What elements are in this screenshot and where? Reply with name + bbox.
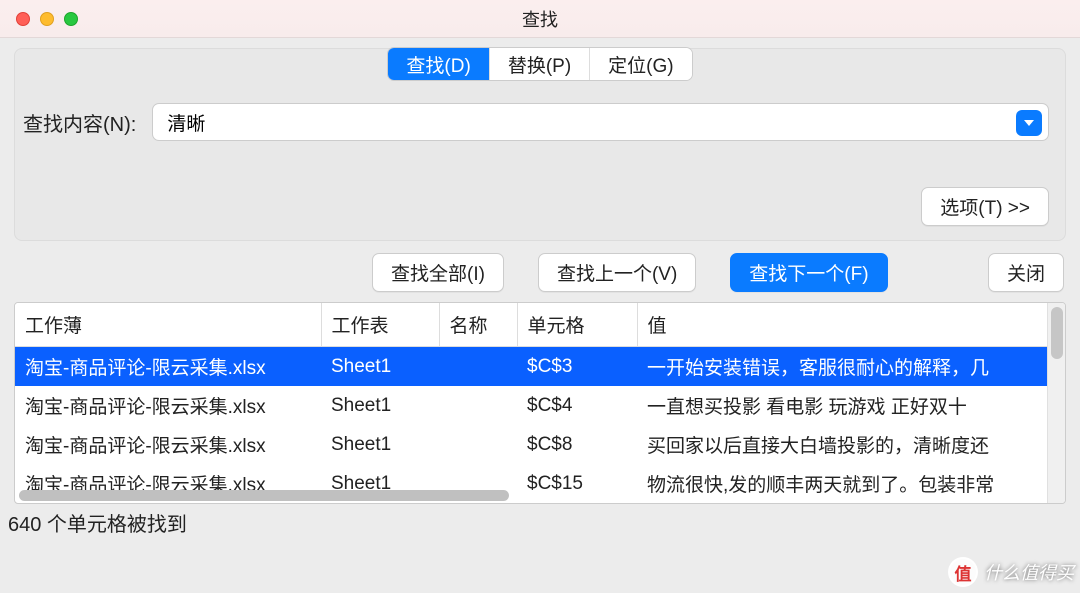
col-workbook[interactable]: 工作薄 [15, 303, 321, 347]
find-all-button[interactable]: 查找全部(I) [372, 253, 504, 292]
cell-cell: $C$8 [517, 425, 637, 464]
cell-worksheet: Sheet1 [321, 347, 439, 387]
cell-value: 一开始安装错误，客服很耐心的解释，几 [637, 347, 1065, 387]
chevron-down-icon [1024, 120, 1034, 126]
action-bar: 查找全部(I) 查找上一个(V) 查找下一个(F) 关闭 [0, 241, 1080, 302]
watermark-badge-icon: 值 [948, 557, 978, 587]
results-pane: 工作薄 工作表 名称 单元格 值 淘宝-商品评论-限云采集.xlsx Sheet… [14, 302, 1066, 504]
cell-cell: $C$3 [517, 347, 637, 387]
col-cell[interactable]: 单元格 [517, 303, 637, 347]
table-row[interactable]: 淘宝-商品评论-限云采集.xlsx Sheet1 $C$3 一开始安装错误，客服… [15, 347, 1065, 387]
window-title: 查找 [0, 6, 1080, 32]
search-input[interactable] [165, 110, 1008, 134]
find-next-button[interactable]: 查找下一个(F) [730, 253, 887, 292]
find-prev-button[interactable]: 查找上一个(V) [538, 253, 696, 292]
window-controls [16, 12, 78, 26]
cell-value: 一直想买投影 看电影 玩游戏 正好双十 [637, 386, 1065, 425]
col-worksheet[interactable]: 工作表 [321, 303, 439, 347]
cell-name [439, 386, 517, 425]
tab-group: 查找(D) 替换(P) 定位(G) [387, 47, 692, 81]
vertical-scrollbar[interactable] [1047, 303, 1065, 503]
cell-workbook: 淘宝-商品评论-限云采集.xlsx [15, 347, 321, 387]
table-row[interactable]: 淘宝-商品评论-限云采集.xlsx Sheet1 $C$4 一直想买投影 看电影… [15, 386, 1065, 425]
search-row: 查找内容(N): [15, 81, 1065, 141]
title-bar: 查找 [0, 0, 1080, 38]
tab-find[interactable]: 查找(D) [388, 48, 489, 80]
watermark-text: 什么值得买 [984, 559, 1074, 585]
table-row[interactable]: 淘宝-商品评论-限云采集.xlsx Sheet1 $C$8 买回家以后直接大白墙… [15, 425, 1065, 464]
tab-bar: 查找(D) 替换(P) 定位(G) [15, 47, 1065, 81]
close-button[interactable]: 关闭 [988, 253, 1064, 292]
cell-name [439, 425, 517, 464]
cell-cell: $C$4 [517, 386, 637, 425]
col-value[interactable]: 值 [637, 303, 1065, 347]
results-header-row: 工作薄 工作表 名称 单元格 值 [15, 303, 1065, 347]
watermark: 值 什么值得买 [948, 557, 1074, 587]
status-bar: 640 个单元格被找到 [0, 504, 1080, 537]
cell-value: 物流很快,发的顺丰两天就到了。包装非常 [637, 464, 1065, 503]
tab-replace[interactable]: 替换(P) [490, 48, 590, 80]
tab-goto[interactable]: 定位(G) [590, 48, 691, 80]
cell-workbook: 淘宝-商品评论-限云采集.xlsx [15, 425, 321, 464]
cell-worksheet: Sheet1 [321, 425, 439, 464]
zoom-window-button[interactable] [64, 12, 78, 26]
cell-workbook: 淘宝-商品评论-限云采集.xlsx [15, 386, 321, 425]
cell-cell: $C$15 [517, 464, 637, 503]
options-row: 选项(T) >> [15, 141, 1065, 240]
horizontal-scroll-thumb[interactable] [19, 490, 509, 501]
search-label: 查找内容(N): [23, 108, 136, 137]
cell-value: 买回家以后直接大白墙投影的，清晰度还 [637, 425, 1065, 464]
options-button[interactable]: 选项(T) >> [921, 187, 1049, 226]
cell-worksheet: Sheet1 [321, 386, 439, 425]
minimize-window-button[interactable] [40, 12, 54, 26]
vertical-scroll-thumb[interactable] [1051, 307, 1063, 359]
results-table: 工作薄 工作表 名称 单元格 值 淘宝-商品评论-限云采集.xlsx Sheet… [15, 303, 1065, 503]
close-window-button[interactable] [16, 12, 30, 26]
find-panel: 查找(D) 替换(P) 定位(G) 查找内容(N): 选项(T) >> [14, 48, 1066, 241]
search-input-wrap [152, 103, 1049, 141]
col-name[interactable]: 名称 [439, 303, 517, 347]
search-history-dropdown[interactable] [1016, 110, 1042, 136]
cell-name [439, 347, 517, 387]
